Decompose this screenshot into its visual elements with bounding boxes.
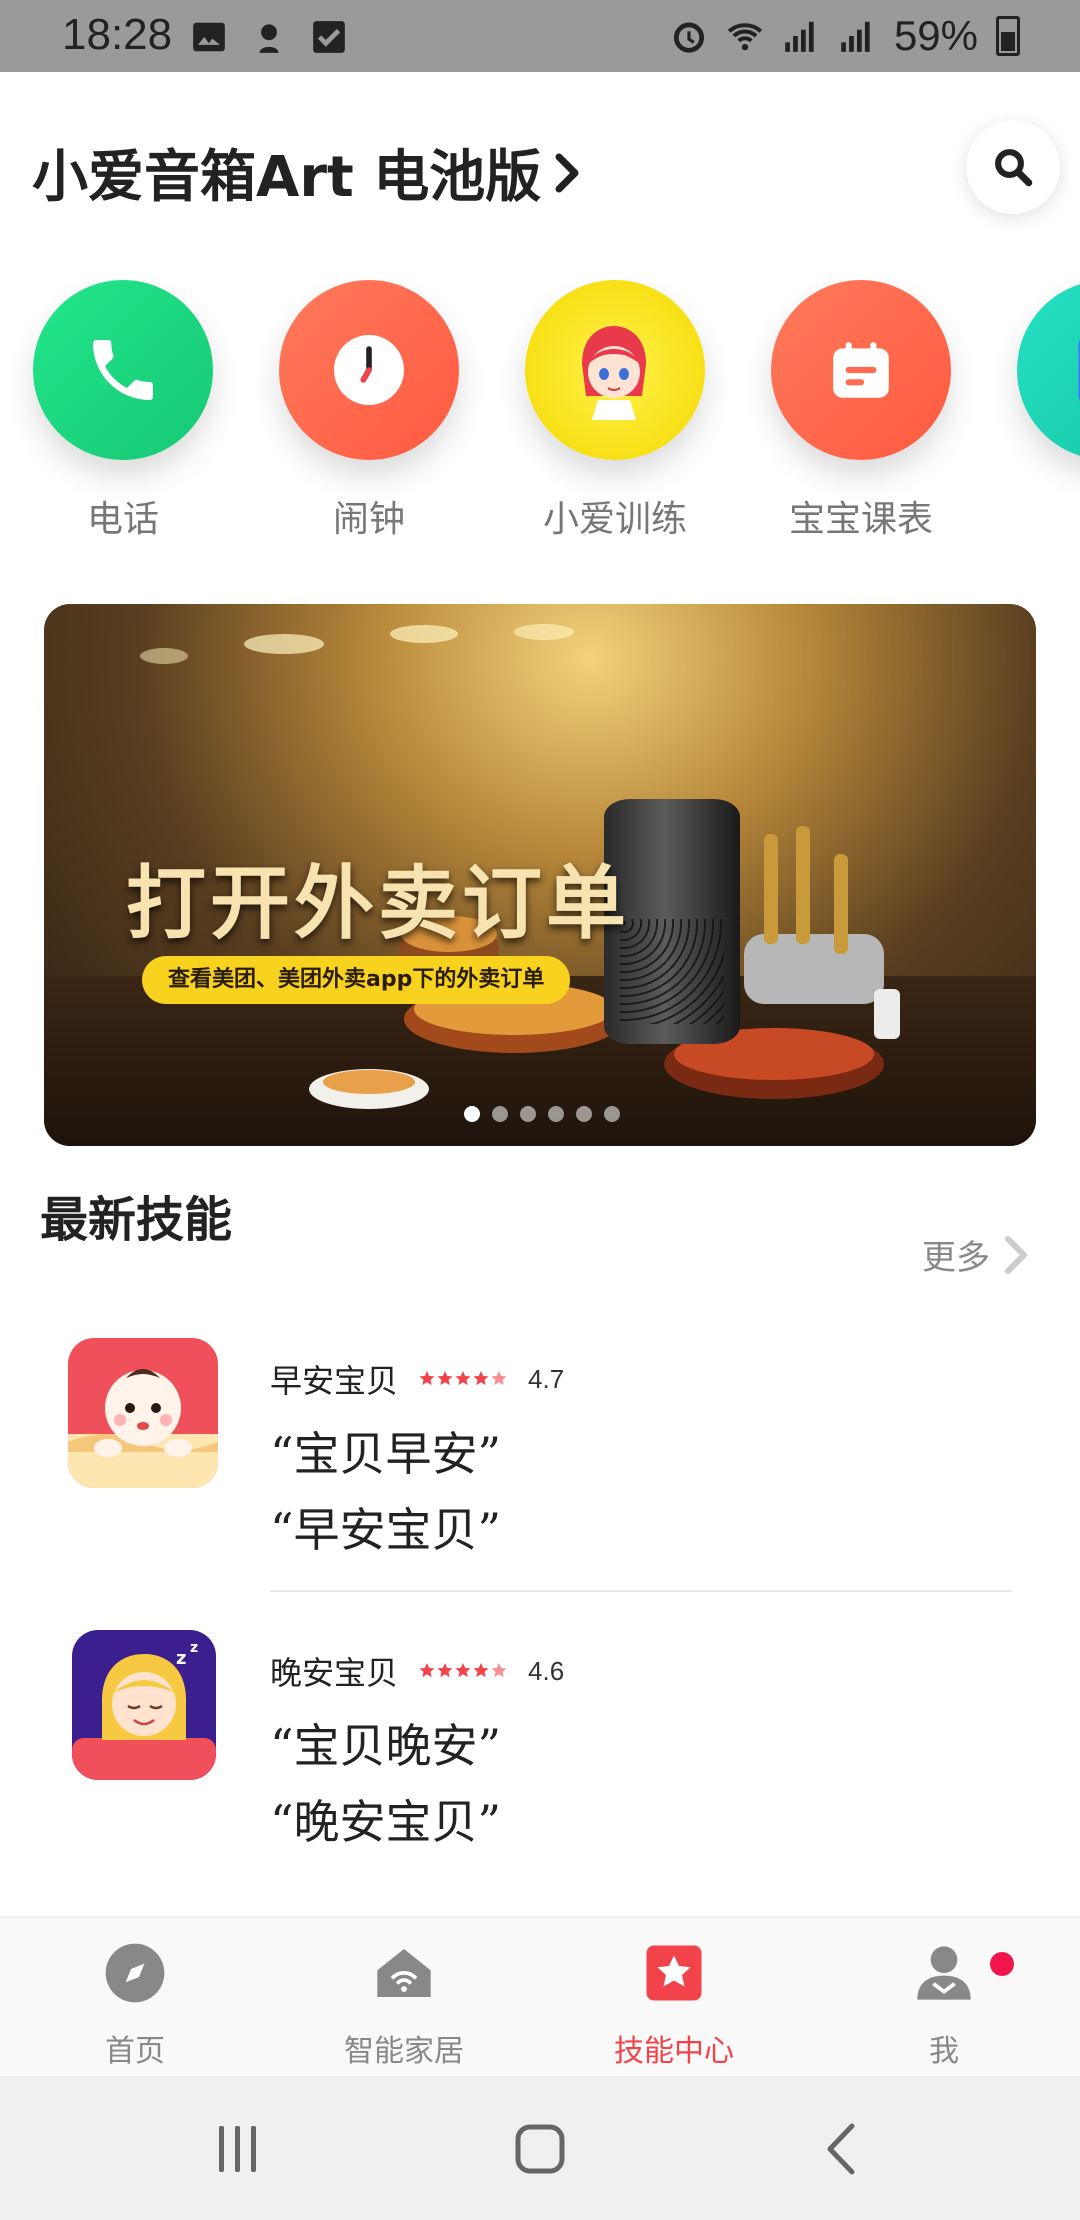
skill-phrase: “晚安宝贝” [270, 1795, 502, 1849]
battery-icon [996, 16, 1020, 56]
carousel-dot[interactable] [464, 1106, 480, 1122]
carousel-dot[interactable] [520, 1106, 536, 1122]
xiaoai-avatar-icon [525, 280, 705, 460]
nav-label: 我 [929, 2034, 959, 2069]
carousel-dot[interactable] [576, 1106, 592, 1122]
shortcut-label: 宝宝课表 [788, 499, 933, 540]
sleeping-girl-icon: z z [72, 1630, 216, 1780]
battery-percent: 59% [893, 12, 978, 59]
wifi-icon [727, 23, 763, 51]
home-button[interactable] [500, 2114, 580, 2184]
shortcut-alarm[interactable]: 闹钟 [269, 280, 469, 542]
nav-skill-center[interactable]: 技能中心 [574, 1940, 774, 2070]
more-label: 更多 [922, 1238, 990, 1278]
more-link[interactable]: 更多 [922, 1230, 1028, 1279]
skill-rating: 4.7 [528, 1363, 565, 1394]
banner-subtitle: 查看美团、美团外卖app下的外卖订单 [142, 956, 571, 1004]
shortcut-label: 小爱训练 [542, 499, 687, 540]
app-notification-icon [259, 24, 279, 53]
signal-3g-icon [785, 21, 814, 52]
baby-morning-icon [68, 1338, 218, 1488]
skill-name: 早安宝贝 [270, 1362, 399, 1400]
carousel-dot[interactable] [604, 1106, 620, 1122]
nav-me[interactable]: 我 [844, 1940, 1044, 2070]
chevron-right-icon [1005, 1235, 1027, 1274]
carousel-dot[interactable] [492, 1106, 508, 1122]
shortcut-label: 闹钟 [332, 499, 405, 540]
rating-stars [418, 1370, 508, 1388]
svg-text:z: z [190, 1640, 198, 1656]
svg-text:z: z [176, 1648, 186, 1669]
carousel-indicator[interactable] [464, 1106, 620, 1122]
course-icon [1017, 280, 1080, 460]
skill-phrase: “宝贝早安” [270, 1427, 502, 1481]
alarm-icon [673, 22, 704, 53]
status-time: 18:28 [62, 10, 173, 59]
divider [270, 1590, 1012, 1592]
nav-label: 技能中心 [614, 2034, 734, 2069]
phone-icon [33, 280, 213, 460]
system-navigation-bar [0, 2076, 1080, 2220]
checkbox-icon [313, 21, 345, 53]
nav-label: 智能家居 [344, 2034, 464, 2069]
nav-smart-home[interactable]: 智能家居 [304, 1940, 504, 2070]
recent-apps-icon [219, 2126, 256, 2172]
skill-info: 早安宝贝 4.7 “宝贝早安” “早安宝贝” [270, 1356, 564, 1568]
signal-4g-icon [841, 21, 870, 52]
shortcut-baby-schedule[interactable]: 宝宝课表 [761, 280, 961, 542]
skill-info: 晚安宝贝 4.6 “宝贝晚安” “晚安宝贝” [270, 1648, 564, 1860]
home-square-icon [515, 2124, 565, 2174]
carousel-dot[interactable] [548, 1106, 564, 1122]
device-selector[interactable]: 小爱音箱Art 电池版 [32, 132, 583, 213]
skill-star-icon [641, 1940, 707, 2006]
status-right: 59% [670, 12, 1020, 60]
recent-apps-button[interactable] [198, 2114, 278, 2184]
shortcut-course[interactable]: 课 [1007, 280, 1080, 542]
nav-home[interactable]: 首页 [35, 1940, 235, 2070]
bottom-navigation: 首页 智能家居 技能中心 我 [0, 1916, 1080, 2076]
back-arrow-icon [827, 2123, 855, 2175]
shortcut-label: 电话 [86, 499, 159, 540]
shortcut-phone[interactable]: 电话 [23, 280, 223, 542]
profile-icon [911, 1940, 977, 2006]
skill-phrase: “早安宝贝” [270, 1503, 502, 1557]
section-title: 最新技能 [40, 1192, 233, 1248]
notification-icons [190, 18, 348, 56]
status-bar: 18:28 59% [0, 0, 1080, 72]
promo-banner[interactable]: 打开外卖订单 查看美团、美团外卖app下的外卖订单 [44, 604, 1036, 1146]
smart-home-icon [371, 1940, 437, 2006]
banner-headline: 打开外卖订单 [126, 856, 630, 950]
notification-badge [990, 1952, 1014, 1976]
skill-name: 晚安宝贝 [270, 1654, 399, 1692]
back-button[interactable] [802, 2114, 882, 2184]
search-button[interactable] [966, 120, 1060, 214]
chevron-right-icon [555, 153, 579, 192]
skill-rating: 4.6 [528, 1655, 565, 1686]
rating-stars [418, 1662, 508, 1680]
shortcut-label: 课 [1007, 490, 1080, 542]
shortcut-row[interactable]: 电话 闹钟 小爱训练 宝宝课表 课 [0, 280, 1080, 550]
compass-icon [102, 1940, 168, 2006]
nav-label: 首页 [105, 2034, 165, 2069]
image-icon [193, 22, 225, 52]
skill-phrase: “宝贝晚安” [270, 1719, 502, 1773]
device-name: 小爱音箱Art 电池版 [32, 145, 542, 210]
shortcut-xiaoai-training[interactable]: 小爱训练 [515, 280, 715, 542]
search-icon [995, 149, 1033, 187]
calendar-icon [771, 280, 951, 460]
alarm-clock-icon [279, 280, 459, 460]
